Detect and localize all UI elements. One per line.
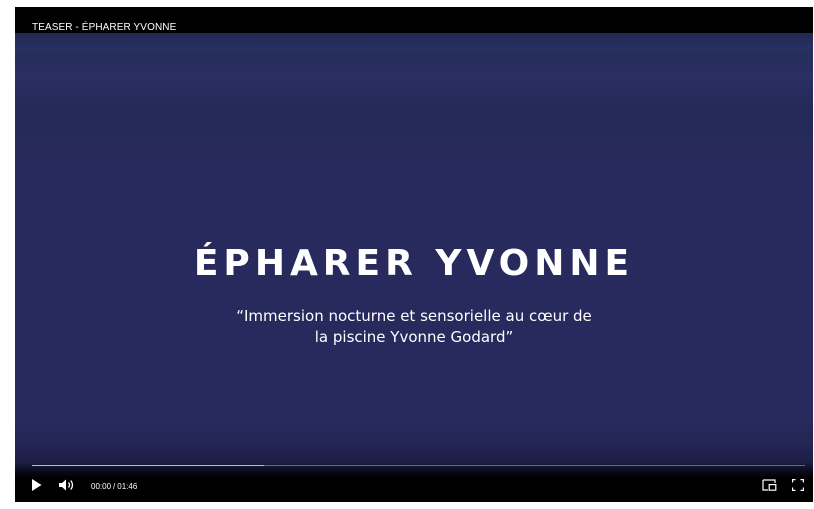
video-subtitle-line-2: la piscine Yvonne Godard” <box>314 328 514 346</box>
video-frame[interactable]: ÉPHARER YVONNE “Immersion nocturne et se… <box>15 33 813 485</box>
play-icon <box>31 478 42 496</box>
video-headline: ÉPHARER YVONNE <box>193 243 635 284</box>
video-subtitle: “Immersion nocturne et sensorielle au cœ… <box>15 306 813 348</box>
fullscreen-button[interactable] <box>790 478 806 496</box>
time-separator: / <box>113 482 116 491</box>
video-player[interactable]: ÉPHARER YVONNE “Immersion nocturne et se… <box>15 7 813 502</box>
play-button[interactable] <box>29 478 43 496</box>
volume-button[interactable] <box>57 478 77 496</box>
video-subtitle-line-1: “Immersion nocturne et sensorielle au cœ… <box>236 307 592 325</box>
progress-bar[interactable] <box>32 465 805 466</box>
control-row: 00:00/01:46 <box>15 478 813 496</box>
picture-in-picture-icon <box>761 478 777 496</box>
time-readout: 00:00/01:46 <box>91 482 137 491</box>
volume-icon <box>58 478 76 496</box>
video-title[interactable]: TEASER - ÉPHARER YVONNE <box>32 22 176 33</box>
progress-buffered <box>32 465 264 466</box>
current-time: 00:00 <box>91 482 112 491</box>
picture-in-picture-button[interactable] <box>761 478 777 496</box>
title-bar: TEASER - ÉPHARER YVONNE <box>15 7 813 33</box>
duration: 01:46 <box>117 482 138 491</box>
fullscreen-icon <box>792 478 804 496</box>
